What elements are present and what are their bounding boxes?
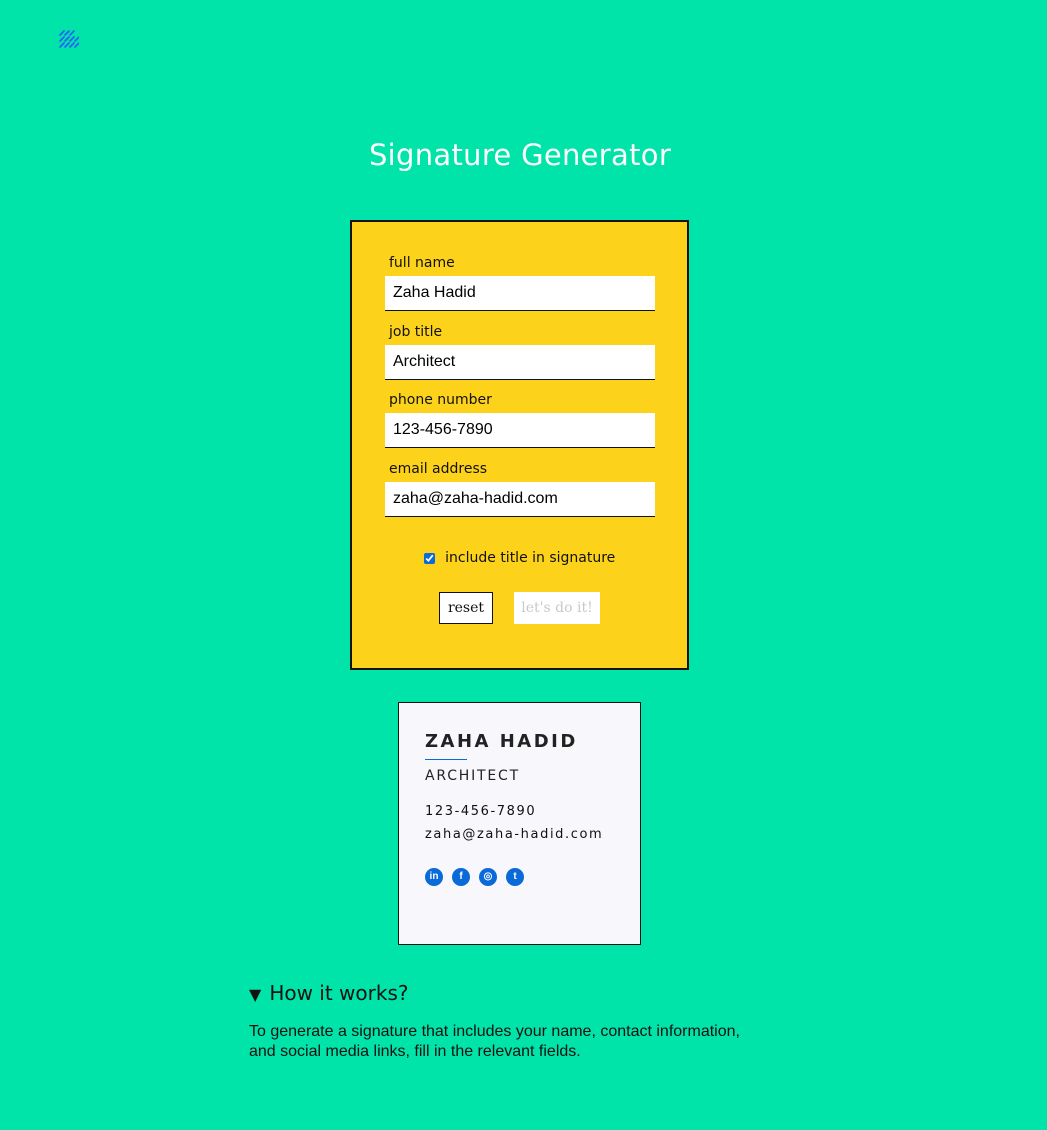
email-address-field[interactable] [385,482,655,517]
signature-name: ZAHA HADID [425,731,578,752]
diagonal-stripes-logo-icon[interactable] [57,29,79,51]
triangle-down-icon: ▼ [249,985,262,1004]
job-title-label: job title [389,324,443,340]
include-title-row: include title in signature [352,550,687,566]
full-name-label: full name [389,255,455,271]
job-title-field[interactable] [385,345,655,380]
twitter-icon[interactable]: t [506,868,524,886]
include-title-checkbox[interactable] [423,552,435,564]
generate-button[interactable]: let's do it! [514,592,600,624]
page-title: Signature Generator [368,138,672,172]
signature-form: full name job title phone number email a… [350,220,689,670]
how-it-works-toggle[interactable]: ▼ How it works? [249,981,409,1005]
signature-phone: 123-456-7890 [425,804,537,819]
include-title-label: include title in signature [445,550,616,566]
reset-button[interactable]: reset [439,592,493,624]
linkedin-icon[interactable]: in [425,868,443,886]
email-address-label: email address [389,461,488,477]
social-links: in f ◎ t [425,868,524,886]
how-it-works-text: To generate a signature that includes yo… [249,1023,740,1060]
facebook-icon[interactable]: f [452,868,470,886]
signature-preview: ZAHA HADID ARCHITECT 123-456-7890 zaha@z… [398,702,641,945]
full-name-field[interactable] [385,276,655,311]
signature-title: ARCHITECT [425,768,520,784]
signature-email: zaha@zaha-hadid.com [425,827,604,842]
instagram-icon[interactable]: ◎ [479,868,497,886]
signature-divider [425,759,467,760]
phone-number-label: phone number [389,392,492,408]
phone-number-field[interactable] [385,413,655,448]
how-it-works-summary: How it works? [269,981,409,1005]
